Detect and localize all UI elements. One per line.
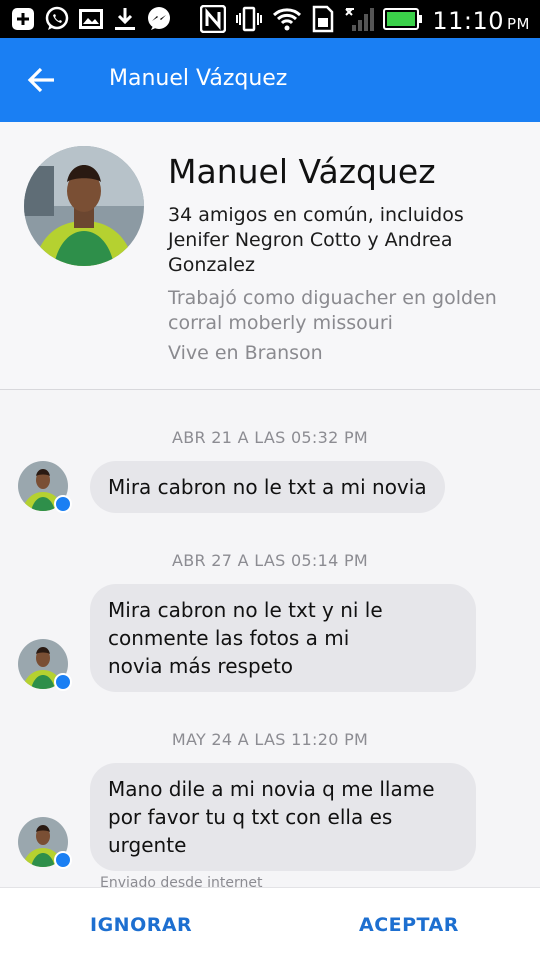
message-thread[interactable]: ABR 21 A LAS 05:32 PM Mira cabron no le … bbox=[0, 391, 540, 887]
profile-avatar[interactable] bbox=[24, 146, 144, 266]
profile-name: Manuel Vázquez bbox=[168, 152, 436, 191]
sender-avatar[interactable] bbox=[18, 639, 72, 693]
add-icon bbox=[10, 6, 36, 32]
profile-header: Manuel Vázquez 34 amigos en común, inclu… bbox=[0, 122, 540, 390]
request-actions: IGNORAR ACEPTAR bbox=[0, 887, 540, 960]
message-timestamp: MAY 24 A LAS 11:20 PM bbox=[171, 730, 369, 749]
work-info: Trabajó como diguacher en golden corral … bbox=[168, 287, 497, 334]
vibrate-icon bbox=[235, 6, 263, 36]
ignore-button[interactable]: IGNORAR bbox=[90, 914, 192, 936]
messenger-badge-icon bbox=[54, 851, 72, 869]
location-info: Vive en Branson bbox=[168, 342, 323, 364]
messenger-icon bbox=[146, 6, 172, 32]
message-timestamp: ABR 27 A LAS 05:14 PM bbox=[171, 551, 369, 570]
accept-button[interactable]: ACEPTAR bbox=[359, 914, 459, 936]
nfc-icon bbox=[200, 4, 227, 37]
app-bar: Manuel Vázquez bbox=[0, 38, 540, 122]
notification-icons bbox=[10, 6, 172, 32]
image-icon bbox=[78, 6, 104, 32]
message-timestamp: ABR 21 A LAS 05:32 PM bbox=[171, 428, 369, 447]
app-bar-title: Manuel Vázquez bbox=[109, 66, 288, 91]
sent-from-label: Enviado desde internet bbox=[100, 875, 263, 887]
mutual-friends: 34 amigos en común, incluidos Jenifer Ne… bbox=[168, 204, 464, 276]
clock: 11:10 PM bbox=[432, 7, 530, 35]
status-bar: 11:10 PM bbox=[0, 0, 540, 38]
message-bubble[interactable]: Mira cabron no le txt a mi novia bbox=[90, 461, 445, 513]
wifi-icon bbox=[272, 6, 302, 36]
sender-avatar[interactable] bbox=[18, 461, 72, 515]
download-icon bbox=[112, 6, 138, 32]
sender-avatar[interactable] bbox=[18, 817, 72, 871]
message-bubble[interactable]: Mano dile a mi novia q me llame por favo… bbox=[90, 763, 476, 871]
back-arrow-icon[interactable] bbox=[26, 66, 56, 94]
messenger-badge-icon bbox=[54, 673, 72, 691]
message-bubble[interactable]: Mira cabron no le txt y ni le conmente l… bbox=[90, 584, 476, 692]
signal-icon bbox=[344, 5, 375, 37]
messenger-badge-icon bbox=[54, 495, 72, 513]
whatsapp-icon bbox=[44, 6, 70, 32]
sim-icon bbox=[311, 5, 335, 37]
system-icons: 11:10 PM bbox=[200, 4, 530, 37]
battery-icon bbox=[383, 8, 423, 34]
